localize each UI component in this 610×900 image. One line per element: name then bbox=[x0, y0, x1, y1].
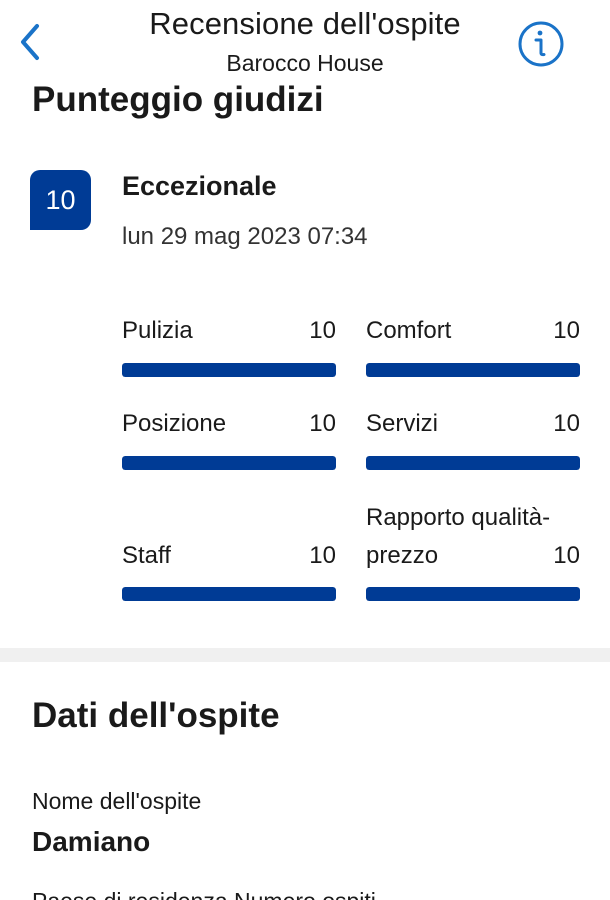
guest-name-value: Damiano bbox=[32, 826, 151, 857]
category-bar bbox=[366, 456, 580, 470]
category-value: 10 bbox=[309, 410, 336, 437]
category-comfort: Comfort 10 bbox=[366, 312, 580, 382]
review-date: lun 29 mag 2023 07:34 bbox=[122, 223, 368, 250]
section-divider bbox=[0, 648, 610, 662]
category-label: Staff bbox=[122, 542, 171, 569]
category-cleanliness: Pulizia 10 bbox=[122, 312, 336, 382]
category-location: Posizione 10 bbox=[122, 405, 336, 475]
category-value: 10 bbox=[309, 317, 336, 344]
info-button[interactable] bbox=[517, 20, 565, 68]
category-label: Servizi bbox=[366, 410, 439, 437]
overall-score-word: Eccezionale bbox=[122, 171, 277, 201]
section-title-guest: Dati dell'ospite bbox=[32, 696, 280, 735]
info-circle-icon bbox=[518, 21, 564, 67]
category-facilities: Servizi 10 bbox=[366, 405, 580, 475]
category-bar bbox=[366, 587, 580, 601]
category-value: 10 bbox=[309, 542, 336, 569]
category-label: Rapporto qualità-prezzo bbox=[366, 504, 551, 569]
next-field-row: Paese di residenza Numero ospiti bbox=[32, 888, 376, 900]
category-label: Posizione bbox=[122, 410, 227, 437]
category-value: 10 bbox=[553, 542, 580, 569]
category-staff: Staff 10 bbox=[122, 499, 336, 609]
section-title-scores: Punteggio giudizi bbox=[32, 80, 324, 119]
category-value: 10 bbox=[553, 410, 580, 437]
top-nav-bar: Recensione dell'ospite Barocco House bbox=[0, 0, 610, 80]
category-bar bbox=[122, 587, 336, 601]
category-bar bbox=[366, 363, 580, 377]
category-value: 10 bbox=[553, 317, 580, 344]
category-label: Comfort bbox=[366, 317, 452, 344]
category-bar bbox=[122, 456, 336, 470]
overall-score-badge: 10 bbox=[30, 170, 91, 230]
category-label: Pulizia bbox=[122, 317, 193, 344]
guest-name-label: Nome dell'ospite bbox=[32, 788, 202, 814]
category-bar bbox=[122, 363, 336, 377]
category-value-for-money: Rapporto qualità-prezzo 10 bbox=[366, 499, 580, 609]
